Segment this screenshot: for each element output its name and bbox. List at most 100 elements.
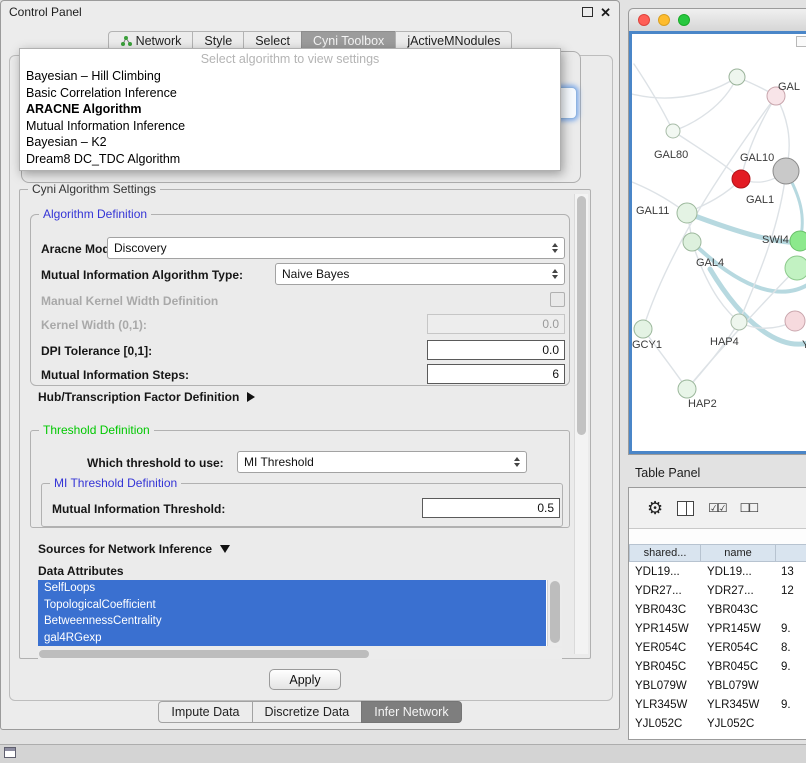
- aracne-mode-combo[interactable]: Discovery: [107, 237, 565, 259]
- table-cell: YDR27...: [629, 585, 701, 597]
- table-cell: 8.: [777, 642, 806, 654]
- table-row[interactable]: YJL052CYJL052C: [629, 714, 806, 733]
- manual-kernel-checkbox[interactable]: [550, 292, 565, 307]
- network-node[interactable]: [678, 380, 696, 398]
- table-toolbar: ⚙ ☑☑ ☐☐: [629, 488, 806, 529]
- scrollbar-thumb[interactable]: [577, 196, 586, 435]
- threshold-definition-title: Threshold Definition: [39, 423, 154, 437]
- close-traffic-light[interactable]: [638, 14, 650, 26]
- data-attributes-label: Data Attributes: [38, 564, 124, 578]
- data-attributes-list[interactable]: SelfLoopsTopologicalCoefficientBetweenne…: [38, 580, 562, 646]
- attribute-item[interactable]: SelfLoops: [38, 580, 546, 597]
- node-label: HAP2: [688, 398, 717, 410]
- table-cell: YLR345W: [629, 699, 701, 711]
- table-row[interactable]: YBL079WYBL079W: [629, 676, 806, 695]
- algorithm-option[interactable]: Basic Correlation Inference: [20, 85, 560, 102]
- which-threshold-label: Which threshold to use:: [87, 456, 224, 470]
- kernel-width-label: Kernel Width (0,1):: [41, 318, 147, 332]
- attribute-item[interactable]: BetweennessCentrality: [38, 613, 546, 630]
- table-row[interactable]: YLR345WYLR345W9.: [629, 695, 806, 714]
- network-node[interactable]: [731, 314, 747, 330]
- network-node[interactable]: [666, 124, 680, 138]
- attributes-horizontal-scrollbar[interactable]: [38, 648, 562, 659]
- table-cell: 12: [777, 585, 806, 597]
- hub-definition-toggle[interactable]: Hub/Transcription Factor Definition: [38, 390, 255, 404]
- attribute-item[interactable]: TopologicalCoefficient: [38, 597, 546, 614]
- network-node[interactable]: [677, 203, 697, 223]
- table-cell: 9.: [777, 623, 806, 635]
- minimize-traffic-light[interactable]: [658, 14, 670, 26]
- combo-arrows-icon: [552, 243, 558, 253]
- node-label: GAL80: [654, 149, 688, 161]
- gear-icon[interactable]: ⚙: [647, 499, 663, 517]
- algorithm-option[interactable]: Mutual Information Inference: [20, 118, 560, 135]
- kernel-width-field[interactable]: 0.0: [427, 314, 565, 334]
- tab-label: jActiveMNodules: [407, 34, 500, 48]
- mi-type-combo[interactable]: Naive Bayes: [275, 263, 565, 285]
- node-label: GCY1: [632, 339, 662, 351]
- minimized-panel-icon[interactable]: [4, 747, 16, 758]
- algorithm-option[interactable]: ARACNE Algorithm: [20, 101, 560, 118]
- tab-label: Impute Data: [171, 705, 239, 719]
- attribute-item[interactable]: gal4RGexp: [38, 630, 546, 647]
- apply-button[interactable]: Apply: [269, 669, 341, 690]
- tab-discretize-data[interactable]: Discretize Data: [252, 701, 363, 723]
- tab-infer-network[interactable]: Infer Network: [361, 701, 461, 723]
- network-node[interactable]: [790, 231, 806, 251]
- combo-value: MI Threshold: [244, 455, 314, 469]
- network-edge[interactable]: [673, 77, 737, 131]
- table-row[interactable]: YDL19...YDL19...13: [629, 562, 806, 581]
- which-threshold-combo[interactable]: MI Threshold: [237, 451, 527, 473]
- network-canvas[interactable]: GALGAL80GAL10GAL11GAL1SWI4GAL4GCY1HAP4YH…: [629, 31, 806, 454]
- combo-value: Discovery: [114, 241, 167, 255]
- algorithm-option[interactable]: Bayesian – Hill Climbing: [20, 68, 560, 85]
- mi-steps-field[interactable]: 6: [427, 364, 565, 384]
- float-window-icon[interactable]: [582, 7, 593, 17]
- tab-label: Discretize Data: [265, 705, 350, 719]
- table-row[interactable]: YER054CYER054C8.: [629, 638, 806, 657]
- scrollbar-thumb[interactable]: [39, 650, 369, 658]
- algorithm-option[interactable]: Bayesian – K2: [20, 134, 560, 151]
- network-node[interactable]: [773, 158, 799, 184]
- table-row[interactable]: YBR043CYBR043C: [629, 600, 806, 619]
- network-edge[interactable]: [632, 77, 737, 98]
- expanded-arrow-icon: [220, 545, 230, 553]
- column-header[interactable]: [775, 544, 806, 562]
- network-node[interactable]: [732, 170, 750, 188]
- column-header[interactable]: shared...: [629, 544, 701, 562]
- settings-scrollbar[interactable]: [574, 194, 588, 654]
- table-cell: YER054C: [701, 642, 777, 654]
- mi-steps-label: Mutual Information Steps:: [41, 368, 189, 382]
- table-cell: 13: [777, 566, 806, 578]
- scrollbar-thumb[interactable]: [550, 581, 560, 643]
- sources-toggle[interactable]: Sources for Network Inference: [38, 542, 230, 556]
- tab-label: Style: [204, 34, 232, 48]
- tab-impute-data[interactable]: Impute Data: [158, 701, 252, 723]
- network-node[interactable]: [785, 256, 806, 280]
- table-row[interactable]: YDR27...YDR27...12: [629, 581, 806, 600]
- table-row[interactable]: YPR145WYPR145W9.: [629, 619, 806, 638]
- select-all-columns-icon[interactable]: ☑☑: [708, 501, 726, 515]
- table-cell: YBR043C: [629, 604, 701, 616]
- zoom-traffic-light[interactable]: [678, 14, 690, 26]
- dropdown-placeholder: Select algorithm to view settings: [20, 51, 560, 68]
- network-node[interactable]: [729, 69, 745, 85]
- attributes-scrollbar[interactable]: [547, 580, 562, 646]
- control-panel-titlebar[interactable]: Control Panel ✕: [1, 1, 619, 23]
- mi-threshold-field[interactable]: 0.5: [422, 498, 560, 518]
- column-header[interactable]: name: [700, 544, 776, 562]
- network-node[interactable]: [785, 311, 805, 331]
- table-cell: 9.: [777, 699, 806, 711]
- columns-icon[interactable]: [677, 501, 694, 516]
- canvas-scroll-corner: [796, 36, 806, 47]
- settings-group-title: Cyni Algorithm Settings: [28, 182, 160, 196]
- dpi-tolerance-field[interactable]: 0.0: [427, 340, 565, 360]
- close-window-icon[interactable]: ✕: [600, 6, 611, 19]
- table-row[interactable]: YBR045CYBR045C9.: [629, 657, 806, 676]
- network-edge[interactable]: [643, 329, 687, 389]
- network-node[interactable]: [683, 233, 701, 251]
- algorithm-option[interactable]: Dream8 DC_TDC Algorithm: [20, 151, 560, 168]
- deselect-columns-icon[interactable]: ☐☐: [740, 501, 758, 515]
- network-window-titlebar[interactable]: [629, 9, 806, 32]
- network-node[interactable]: [634, 320, 652, 338]
